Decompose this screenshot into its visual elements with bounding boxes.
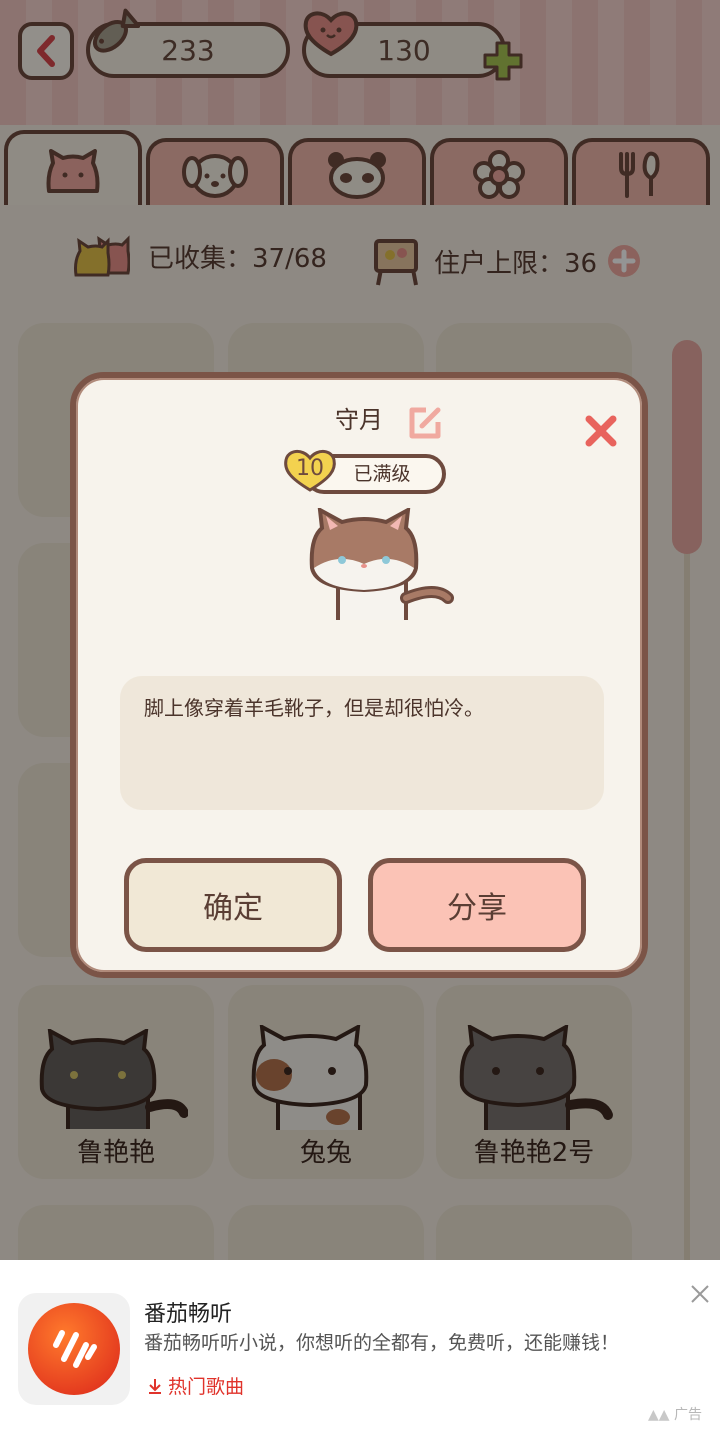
ad-description: 番茄畅听听小说，你想听的全都有，免费听，还能赚钱！ [144,1332,620,1354]
close-ad-icon[interactable] [690,1284,710,1304]
ad-link-label: 热门歌曲 [168,1376,245,1398]
ad-link[interactable]: 热门歌曲 [146,1372,244,1399]
tomato-listen-logo-icon [28,1303,120,1395]
ad-tag-label: 广告 [674,1407,702,1423]
cat-portrait [309,508,454,620]
download-icon [149,1378,161,1394]
cat-detail-dialog: 守月 已满级 10 脚上像穿着羊毛靴子，但是却很怕冷。 确定 分享 [70,372,648,978]
ad-banner[interactable]: 番茄畅听 番茄畅听听小说，你想听的全都有，免费听，还能赚钱！ 热门歌曲 ▲▲ 广… [0,1260,720,1440]
ad-tag: ▲▲ 广告 [648,1407,702,1423]
cat-name-title: 守月 [335,406,383,434]
close-icon[interactable] [584,414,618,448]
ad-title: 番茄畅听 [144,1302,233,1327]
app-logo[interactable] [18,1293,130,1405]
level-badge: 已满级 10 [282,448,446,494]
confirm-button[interactable]: 确定 [124,858,342,952]
level-number: 10 [296,456,324,481]
cat-description: 脚上像穿着羊毛靴子，但是却很怕冷。 [120,676,604,810]
edit-name-icon[interactable] [406,404,444,442]
share-button[interactable]: 分享 [368,858,586,952]
